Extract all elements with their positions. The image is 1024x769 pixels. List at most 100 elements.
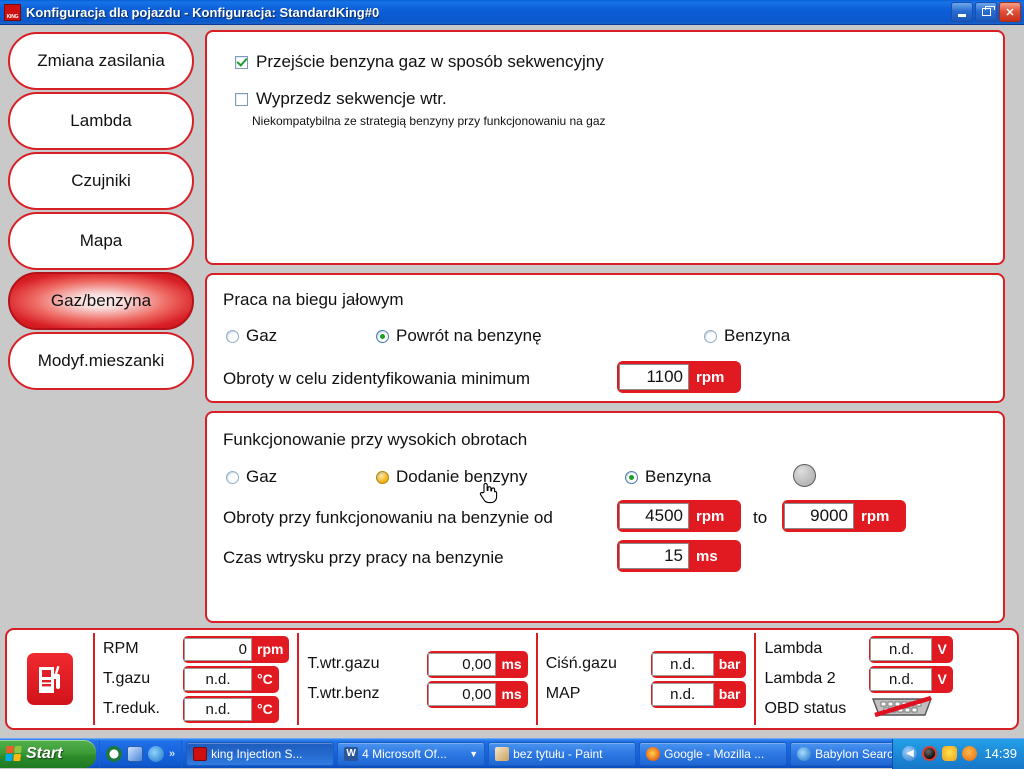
- status-row-twtrgazu: T.wtr.gazu 0,00 ms: [307, 650, 528, 678]
- high-radio-benzyna-button[interactable]: [625, 470, 638, 484]
- application-body: Zmiana zasilania Lambda Czujniki Mapa Ga…: [0, 25, 1024, 738]
- system-tray: ◀ 14:39: [892, 738, 1024, 769]
- status-row-tgazu: T.gazu n.d. °C: [103, 665, 289, 693]
- sidebar-item-gaz-benzyna[interactable]: Gaz/benzyna: [8, 272, 194, 330]
- taskbar-item-paint[interactable]: bez tytułu - Paint: [488, 741, 637, 766]
- sidebar-item-mapa[interactable]: Mapa: [8, 212, 194, 270]
- status-value-map: n.d.: [651, 682, 714, 706]
- high-radio-dodanie-benzyny[interactable]: Dodanie benzyny: [376, 467, 527, 487]
- high-radio-benzyna[interactable]: Benzyna: [625, 467, 711, 487]
- high-range-from-input[interactable]: 4500: [619, 503, 689, 529]
- sequence-panel: Przejście benzyna gaz w sposób sekwencyj…: [205, 30, 1005, 265]
- taskbar-item-label: bez tytułu - Paint: [513, 746, 603, 761]
- status-group-lambda: Lambda n.d. V Lambda 2 n.d. V OBD status: [756, 630, 960, 728]
- high-injection-field[interactable]: 15 ms: [617, 540, 741, 572]
- status-row-rpm: RPM 0 rpm: [103, 635, 290, 663]
- status-label-map: MAP: [545, 685, 581, 702]
- status-group-pressure: Ciśń.gazu n.d. bar MAP n.d. bar: [538, 630, 755, 728]
- idle-radio-gaz-label: Gaz: [246, 326, 278, 345]
- advance-injection-note: Niekompatybilna ze strategią benzyny prz…: [252, 114, 606, 128]
- status-group-injection: T.wtr.gazu 0,00 ms T.wtr.benz 0,00 ms: [299, 630, 535, 728]
- windows-taskbar: Start » king Injection S... W 4 Microsof…: [0, 738, 1024, 769]
- advance-injection-checkbox[interactable]: [235, 92, 248, 106]
- idle-radio-gaz-button[interactable]: [226, 329, 239, 343]
- status-label-obd: OBD status: [764, 700, 847, 717]
- high-range-to-field[interactable]: 9000 rpm: [782, 500, 906, 532]
- obd-connector-disconnected-icon: [869, 695, 935, 724]
- high-range-to-label: to: [753, 508, 768, 527]
- status-row-lambda2: Lambda 2 n.d. V: [764, 665, 953, 693]
- sidebar-item-label: Czujniki: [71, 171, 131, 190]
- tray-bomb-icon[interactable]: [922, 746, 938, 761]
- opera-icon[interactable]: [106, 745, 122, 762]
- tray-expand-icon[interactable]: ◀: [902, 746, 918, 761]
- checkbox-row-advance-injection[interactable]: Wyprzedz sekwencje wtr.: [235, 89, 447, 109]
- high-rpm-panel: Funkcjonowanie przy wysokich obrotach Ga…: [205, 411, 1005, 623]
- idle-radio-gaz[interactable]: Gaz: [226, 326, 277, 346]
- idle-rpm-input[interactable]: 1100: [619, 364, 689, 390]
- status-label-twtrgazu: T.wtr.gazu: [307, 655, 380, 672]
- status-label-rpm: RPM: [103, 640, 139, 657]
- quicklaunch-overflow-icon[interactable]: »: [169, 748, 175, 760]
- status-unit-lambda2: V: [937, 671, 947, 687]
- sidebar-item-lambda[interactable]: Lambda: [8, 92, 194, 150]
- status-field-tgazu: n.d. °C: [183, 665, 279, 693]
- idle-radio-benzyna-button[interactable]: [704, 329, 717, 343]
- high-rpm-panel-title: Funkcjonowanie przy wysokich obrotach: [223, 430, 528, 449]
- high-radio-dodanie-button[interactable]: [376, 470, 389, 484]
- status-bar: RPM 0 rpm T.gazu n.d. °C T.reduk. n.d. °…: [5, 628, 1019, 730]
- taskbar-item-label: king Injection S...: [211, 746, 303, 761]
- ie-icon: [797, 746, 812, 761]
- sidebar-item-label: Mapa: [79, 231, 123, 250]
- close-button[interactable]: ✕: [999, 2, 1021, 22]
- status-unit-twtrgazu: ms: [501, 656, 522, 672]
- maximize-button[interactable]: [975, 2, 997, 22]
- status-label-cisngazu: Ciśń.gazu: [545, 655, 617, 672]
- sidebar-item-zmiana-zasilania[interactable]: Zmiana zasilania: [8, 32, 194, 90]
- status-unit-rpm: rpm: [257, 641, 284, 657]
- sidebar-item-label: Zmiana zasilania: [37, 51, 165, 70]
- show-desktop-icon[interactable]: [127, 745, 143, 762]
- high-radio-dodanie-label: Dodanie benzyny: [396, 467, 528, 486]
- taskbar-item-king-injection[interactable]: king Injection S...: [186, 741, 335, 766]
- high-range-to-unit: rpm: [861, 507, 890, 525]
- sequential-checkbox[interactable]: [235, 55, 248, 69]
- status-field-lambda: n.d. V: [869, 635, 953, 663]
- window-controls: ✕: [951, 2, 1024, 22]
- status-label-treduk: T.reduk.: [103, 700, 160, 717]
- sidebar-item-czujniki[interactable]: Czujniki: [8, 152, 194, 210]
- high-radio-gaz-button[interactable]: [226, 470, 239, 484]
- tray-updater-icon[interactable]: [962, 746, 978, 761]
- status-value-tgazu: n.d.: [184, 667, 252, 691]
- checkbox-row-sequential[interactable]: Przejście benzyna gaz w sposób sekwencyj…: [235, 52, 604, 72]
- minimize-button[interactable]: [951, 2, 973, 22]
- status-value-lambda: n.d.: [870, 637, 933, 661]
- high-radio-gaz[interactable]: Gaz: [226, 467, 277, 487]
- status-value-rpm: 0: [184, 637, 252, 661]
- high-range-from-field[interactable]: 4500 rpm: [617, 500, 741, 532]
- start-button[interactable]: Start: [0, 739, 96, 768]
- idle-rpm-field[interactable]: 1100 rpm: [617, 361, 741, 393]
- window-titlebar[interactable]: KING Konfiguracja dla pojazdu - Konfigur…: [0, 0, 1024, 25]
- sidebar-item-label: Modyf.mieszanki: [37, 351, 165, 370]
- window-title: Konfiguracja dla pojazdu - Konfiguracja:…: [26, 4, 380, 20]
- high-range-to-input[interactable]: 9000: [784, 503, 854, 529]
- sidebar-item-modyf-mieszanki[interactable]: Modyf.mieszanki: [8, 332, 194, 390]
- chevron-down-icon[interactable]: ▼: [469, 749, 478, 759]
- idle-radio-powrot-na-benzyne[interactable]: Powrót na benzynę: [376, 326, 542, 346]
- quick-launch-bar: »: [99, 739, 183, 768]
- idle-radio-powrot-button[interactable]: [376, 329, 389, 343]
- idle-rpm-unit: rpm: [696, 368, 725, 386]
- internet-explorer-icon[interactable]: [148, 745, 164, 762]
- status-row-cisngazu: Ciśń.gazu n.d. bar: [545, 650, 747, 678]
- taskbar-clock[interactable]: 14:39: [984, 746, 1017, 761]
- tray-weather-icon[interactable]: [942, 746, 958, 761]
- high-injection-input[interactable]: 15: [619, 543, 689, 569]
- idle-radio-benzyna[interactable]: Benzyna: [704, 326, 790, 346]
- status-field-map: n.d. bar: [650, 680, 747, 708]
- taskbar-item-mozilla-google[interactable]: Google - Mozilla ...: [639, 741, 788, 766]
- high-injection-label: Czas wtrysku przy pracy na benzynie: [223, 548, 504, 567]
- windows-logo-icon: [5, 746, 22, 761]
- high-injection-unit: ms: [696, 547, 718, 565]
- taskbar-item-microsoft-office[interactable]: W 4 Microsoft Of... ▼: [337, 741, 486, 766]
